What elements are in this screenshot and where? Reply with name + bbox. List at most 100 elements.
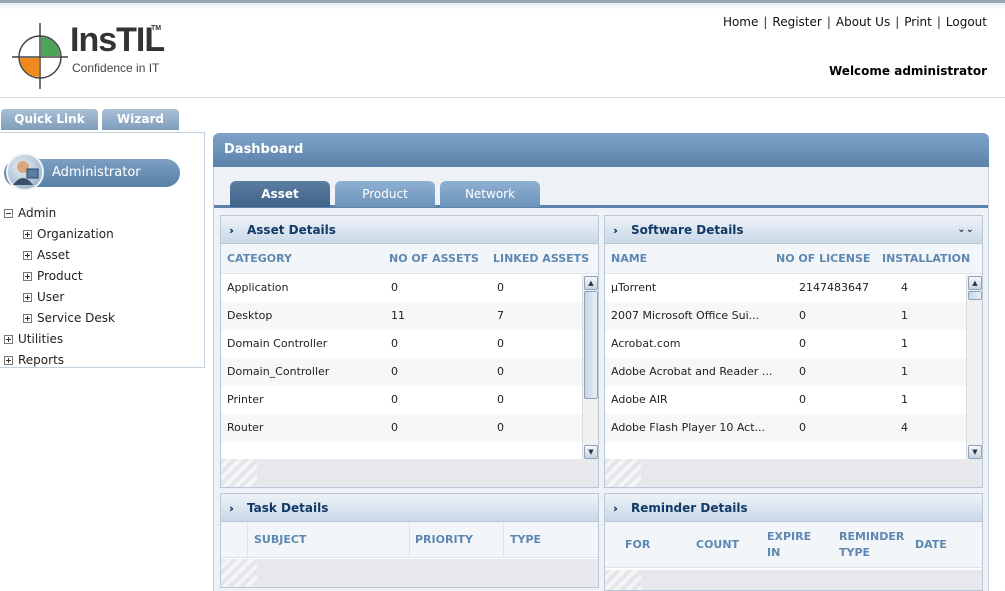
table-row[interactable]: Acrobat.com 0 1 xyxy=(605,330,982,358)
column-installation[interactable]: INSTALLATION xyxy=(882,244,970,274)
table-row[interactable]: Domain Controller 0 0 xyxy=(221,330,598,358)
scroll-up-icon[interactable]: ▲ xyxy=(584,276,598,290)
expand-icon[interactable] xyxy=(23,251,32,260)
header: InsTIL TM Confidence in IT Home | Register… xyxy=(0,0,1005,98)
table-row[interactable]: µTorrent 2147483647 4 xyxy=(605,274,982,302)
tab-asset[interactable]: Asset xyxy=(230,181,330,207)
table-cell: Printer xyxy=(227,393,264,406)
scroll-thumb[interactable] xyxy=(584,291,598,399)
top-navigation: Home | Register | About Us | Print | Logout xyxy=(722,15,987,29)
table-cell: Router xyxy=(227,421,264,434)
table-cell: 0 xyxy=(799,337,806,350)
expand-icon[interactable] xyxy=(23,230,32,239)
tree-item-utilities[interactable]: Utilities xyxy=(4,329,115,350)
scroll-up-icon[interactable]: ▲ xyxy=(968,276,982,290)
tree-item-product[interactable]: Product xyxy=(4,266,115,287)
tree-item-service-desk[interactable]: Service Desk xyxy=(4,308,115,329)
collapse-icon[interactable] xyxy=(4,209,13,218)
table-cell: 7 xyxy=(497,309,504,322)
panel-footer xyxy=(221,559,598,587)
column-subject[interactable]: SUBJECT xyxy=(254,522,306,558)
column-reminder-type[interactable]: REMINDER TYPE xyxy=(839,529,913,561)
column-for[interactable]: FOR xyxy=(625,522,650,568)
column-count[interactable]: COUNT xyxy=(696,522,739,568)
column-no-of-license[interactable]: NO OF LICENSE xyxy=(776,244,870,274)
nav-logout-link[interactable]: Logout xyxy=(946,15,987,29)
table-cell: 0 xyxy=(391,393,398,406)
asset-details-scrollbar[interactable]: ▲ ▼ xyxy=(582,275,598,460)
wizard-tab[interactable]: Wizard xyxy=(102,109,179,130)
scroll-down-icon[interactable]: ▼ xyxy=(584,445,598,459)
table-row[interactable]: Desktop 11 7 xyxy=(221,302,598,330)
tree-item-user[interactable]: User xyxy=(4,287,115,308)
double-chevron-right-icon: ›› xyxy=(229,502,234,515)
asset-details-panel: ›› Asset Details CATEGORY NO OF ASSETS LI… xyxy=(220,215,599,488)
tree-item-reports[interactable]: Reports xyxy=(4,350,115,371)
logo-tagline: Confidence in IT xyxy=(72,61,160,75)
user-avatar-icon xyxy=(6,153,44,191)
panel-footer xyxy=(605,570,982,590)
table-cell: 1 xyxy=(901,337,908,350)
table-cell: 4 xyxy=(901,281,908,294)
column-name[interactable]: NAME xyxy=(611,244,647,274)
collapse-panel-icon[interactable]: ⌄⌄ xyxy=(957,216,974,244)
table-cell: 0 xyxy=(799,393,806,406)
tab-product[interactable]: Product xyxy=(335,181,435,207)
expand-icon[interactable] xyxy=(23,293,32,302)
table-cell: µTorrent xyxy=(611,281,657,294)
nav-home-link[interactable]: Home xyxy=(723,15,758,29)
double-chevron-right-icon: ›› xyxy=(229,224,234,237)
column-priority[interactable]: PRIORITY xyxy=(415,522,473,558)
scroll-down-icon[interactable]: ▼ xyxy=(968,445,982,459)
table-cell: 1 xyxy=(901,309,908,322)
column-linked-assets[interactable]: LINKED ASSETS xyxy=(493,244,589,274)
tree-item-organization[interactable]: Organization xyxy=(4,224,115,245)
table-row[interactable]: Printer 0 0 xyxy=(221,386,598,414)
expand-icon[interactable] xyxy=(23,314,32,323)
table-cell: 0 xyxy=(497,337,504,350)
column-type[interactable]: TYPE xyxy=(510,522,541,558)
table-row[interactable]: 2007 Microsoft Office Sui... 0 1 xyxy=(605,302,982,330)
expand-icon[interactable] xyxy=(4,335,13,344)
column-no-of-assets[interactable]: NO OF ASSETS xyxy=(389,244,479,274)
table-row[interactable]: Adobe Flash Player 10 Act... 0 4 xyxy=(605,414,982,442)
panel-footer xyxy=(605,459,982,487)
scroll-thumb[interactable] xyxy=(968,291,982,300)
column-date[interactable]: DATE xyxy=(915,522,947,568)
software-details-scrollbar[interactable]: ▲ ▼ xyxy=(966,275,982,460)
instil-logo[interactable]: InsTIL TM Confidence in IT xyxy=(10,21,170,91)
task-details-column-header: SUBJECT PRIORITY TYPE xyxy=(221,522,598,558)
dashboard-title: Dashboard xyxy=(213,133,989,167)
sidebar: Administrator Admin Organization Asset P… xyxy=(0,132,205,368)
nav-print-link[interactable]: Print xyxy=(904,15,932,29)
double-chevron-right-icon: ›› xyxy=(613,502,618,515)
table-row[interactable]: Adobe Acrobat and Reader ... 0 1 xyxy=(605,358,982,386)
table-row[interactable]: Application 0 0 xyxy=(221,274,598,302)
tree-item-asset[interactable]: Asset xyxy=(4,245,115,266)
table-cell: Adobe AIR xyxy=(611,393,668,406)
asset-details-header: ›› Asset Details xyxy=(221,216,598,244)
tree-item-admin[interactable]: Admin xyxy=(4,203,115,224)
administrator-role-button[interactable]: Administrator xyxy=(4,153,180,191)
task-details-header: ›› Task Details xyxy=(221,494,598,522)
column-category[interactable]: CATEGORY xyxy=(227,244,292,274)
nav-register-link[interactable]: Register xyxy=(772,15,821,29)
asset-details-column-header: CATEGORY NO OF ASSETS LINKED ASSETS xyxy=(221,244,598,274)
table-cell: 0 xyxy=(799,365,806,378)
software-details-panel: ›› Software Details ⌄⌄ NAME NO OF LICENSE … xyxy=(604,215,983,488)
expand-icon[interactable] xyxy=(4,356,13,365)
reminder-details-panel: ›› Reminder Details FOR COUNT EXPIRE IN R… xyxy=(604,493,983,591)
nav-about-link[interactable]: About Us xyxy=(836,15,890,29)
table-row[interactable]: Adobe AIR 0 1 xyxy=(605,386,982,414)
expand-icon[interactable] xyxy=(23,272,32,281)
table-cell: 0 xyxy=(497,393,504,406)
table-cell: Domain_Controller xyxy=(227,365,330,378)
table-cell: 4 xyxy=(901,421,908,434)
table-cell: 0 xyxy=(391,365,398,378)
tab-network[interactable]: Network xyxy=(440,181,540,207)
table-row[interactable]: Router 0 0 xyxy=(221,414,598,442)
table-cell: 2147483647 xyxy=(799,281,869,294)
table-row[interactable]: Domain_Controller 0 0 xyxy=(221,358,598,386)
quick-link-tab[interactable]: Quick Link xyxy=(1,109,98,130)
column-expire-in[interactable]: EXPIRE IN xyxy=(767,529,817,561)
